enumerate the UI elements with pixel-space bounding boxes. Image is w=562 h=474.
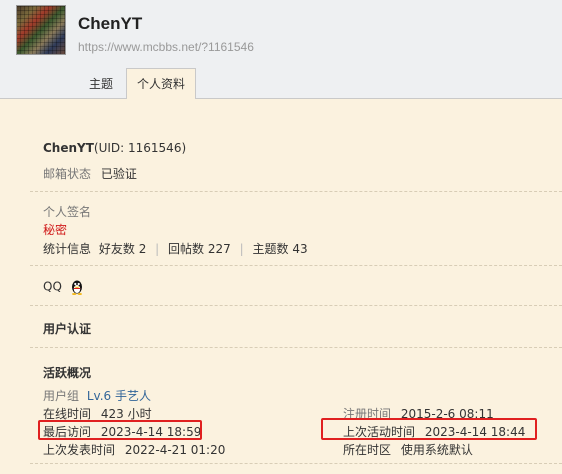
profile-name: ChenYT — [43, 141, 94, 155]
last-visit-highlight-box — [38, 420, 202, 440]
divider — [30, 305, 562, 306]
signature-label-row: 个人签名 — [43, 203, 91, 220]
name-row: ChenYT(UID: 1161546) — [43, 141, 186, 155]
last-post-row: 上次发表时间 2022-4-21 01:20 — [43, 441, 225, 458]
last-post-value: 2022-4-21 01:20 — [124, 443, 226, 457]
last-active-highlight-box — [321, 418, 537, 440]
signature-label: 个人签名 — [43, 205, 92, 219]
group-label: 用户组 — [43, 389, 80, 403]
online-label: 在线时间 — [43, 407, 92, 421]
stats-row: 统计信息 好友数 2 | 回帖数 227 | 主题数 43 — [43, 240, 308, 257]
email-row: 邮箱状态 已验证 — [43, 165, 137, 182]
qq-row: QQ — [43, 279, 84, 295]
stats-separator: | — [239, 242, 244, 256]
auth-title: 用户认证 — [43, 322, 92, 336]
timezone-row: 所在时区 使用系统默认 — [343, 441, 473, 458]
posts-value[interactable]: 227 — [208, 242, 231, 256]
last-post-label: 上次发表时间 — [43, 443, 116, 457]
signature-value-row: 秘密 — [43, 221, 67, 238]
stats-separator: | — [155, 242, 160, 256]
divider — [30, 265, 562, 266]
qq-penguin-icon[interactable] — [70, 279, 84, 295]
tab-threads[interactable]: 主题 — [79, 70, 123, 98]
online-value: 423 小时 — [100, 407, 152, 421]
email-label: 邮箱状态 — [43, 167, 92, 181]
posts-label[interactable]: 回帖数 — [168, 242, 204, 256]
stats-label: 统计信息 — [43, 242, 92, 256]
divider — [30, 463, 562, 464]
threads-label[interactable]: 主题数 — [252, 242, 288, 256]
signature-value: 秘密 — [43, 223, 68, 237]
activity-title-row: 活跃概况 — [43, 364, 91, 381]
group-row: 用户组 Lv.6 手艺人 — [43, 387, 151, 404]
threads-value[interactable]: 43 — [292, 242, 307, 256]
divider — [30, 191, 562, 192]
friends-value[interactable]: 2 — [139, 242, 147, 256]
group-value[interactable]: Lv.6 手艺人 — [87, 389, 151, 403]
username[interactable]: ChenYT — [78, 14, 142, 34]
uid-text: (UID: 1161546) — [93, 141, 187, 155]
email-value: 已验证 — [100, 167, 137, 181]
profile-url[interactable]: https://www.mcbbs.net/?1161546 — [78, 40, 254, 54]
timezone-value: 使用系统默认 — [400, 443, 473, 457]
auth-section: 用户认证 — [43, 320, 91, 337]
friends-label[interactable]: 好友数 — [99, 242, 135, 256]
profile-header: ChenYT https://www.mcbbs.net/?1161546 主题… — [0, 0, 562, 99]
profile-content: ChenYT(UID: 1161546) 邮箱状态 已验证 个人签名 秘密 统计… — [0, 99, 562, 474]
divider — [30, 347, 562, 348]
avatar[interactable] — [16, 5, 66, 55]
activity-title: 活跃概况 — [43, 366, 92, 380]
timezone-label: 所在时区 — [343, 443, 392, 457]
tab-profile[interactable]: 个人资料 — [126, 68, 197, 99]
qq-label: QQ — [43, 279, 62, 294]
